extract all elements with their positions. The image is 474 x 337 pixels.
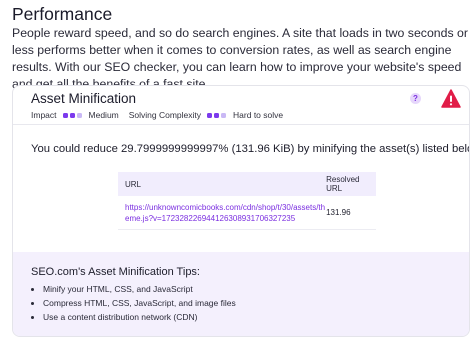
asset-url-line1: https://unknowncomicbooks.com/cdn/shop/t… <box>125 202 326 212</box>
complexity-label: Solving Complexity <box>128 110 202 120</box>
table-row: https://unknowncomicbooks.com/cdn/shop/t… <box>118 196 376 230</box>
level-dot <box>207 112 213 118</box>
asset-url-cell: https://unknowncomicbooks.com/cdn/shop/t… <box>118 196 327 230</box>
impact-dots <box>62 112 84 118</box>
section-intro: People reward speed, and so do search en… <box>12 26 468 91</box>
level-dot <box>221 112 227 118</box>
warning-icon[interactable] <box>441 89 461 108</box>
impact-label: Impact <box>31 110 57 120</box>
asset-url-link[interactable]: https://unknowncomicbooks.com/cdn/shop/t… <box>125 203 325 223</box>
reduction-summary: You could reduce 29.7999999999997% (131.… <box>31 143 470 155</box>
section-title: Performance <box>12 4 113 24</box>
asset-url-line2: eme.js?v=172328226944126308931706327235 <box>125 213 296 223</box>
asset-minification-card: Asset Minification ? Impact Medium Solvi… <box>12 85 470 337</box>
impact-value: Medium <box>88 110 119 120</box>
table-header-row: URL Resolved URL <box>118 172 376 196</box>
help-icon[interactable]: ? <box>410 93 421 104</box>
column-header-resolved-url: Resolved URL <box>326 172 376 196</box>
complexity-dots <box>207 112 228 118</box>
list-item: Use a content distribution network (CDN) <box>43 310 236 324</box>
tips-panel: SEO.com's Asset Minification Tips: Minif… <box>13 252 469 336</box>
tips-title: SEO.com's Asset Minification Tips: <box>31 266 200 278</box>
tips-list: Minify your HTML, CSS, and JavaScript Co… <box>31 282 236 324</box>
list-item: Minify your HTML, CSS, and JavaScript <box>43 282 236 296</box>
level-dot <box>76 112 82 118</box>
divider <box>13 124 469 125</box>
level-dot <box>69 112 75 118</box>
resolved-size-cell: 131.96 <box>326 196 376 230</box>
column-header-url: URL <box>118 172 327 196</box>
card-title: Asset Minification <box>31 91 137 106</box>
level-dot <box>214 112 220 118</box>
list-item: Compress HTML, CSS, JavaScript, and imag… <box>43 296 236 310</box>
card-meta: Impact Medium Solving Complexity Hard to… <box>31 110 293 120</box>
assets-table: URL Resolved URL https://unknowncomicboo… <box>118 172 376 230</box>
level-dot <box>62 112 68 118</box>
complexity-value: Hard to solve <box>233 110 284 120</box>
